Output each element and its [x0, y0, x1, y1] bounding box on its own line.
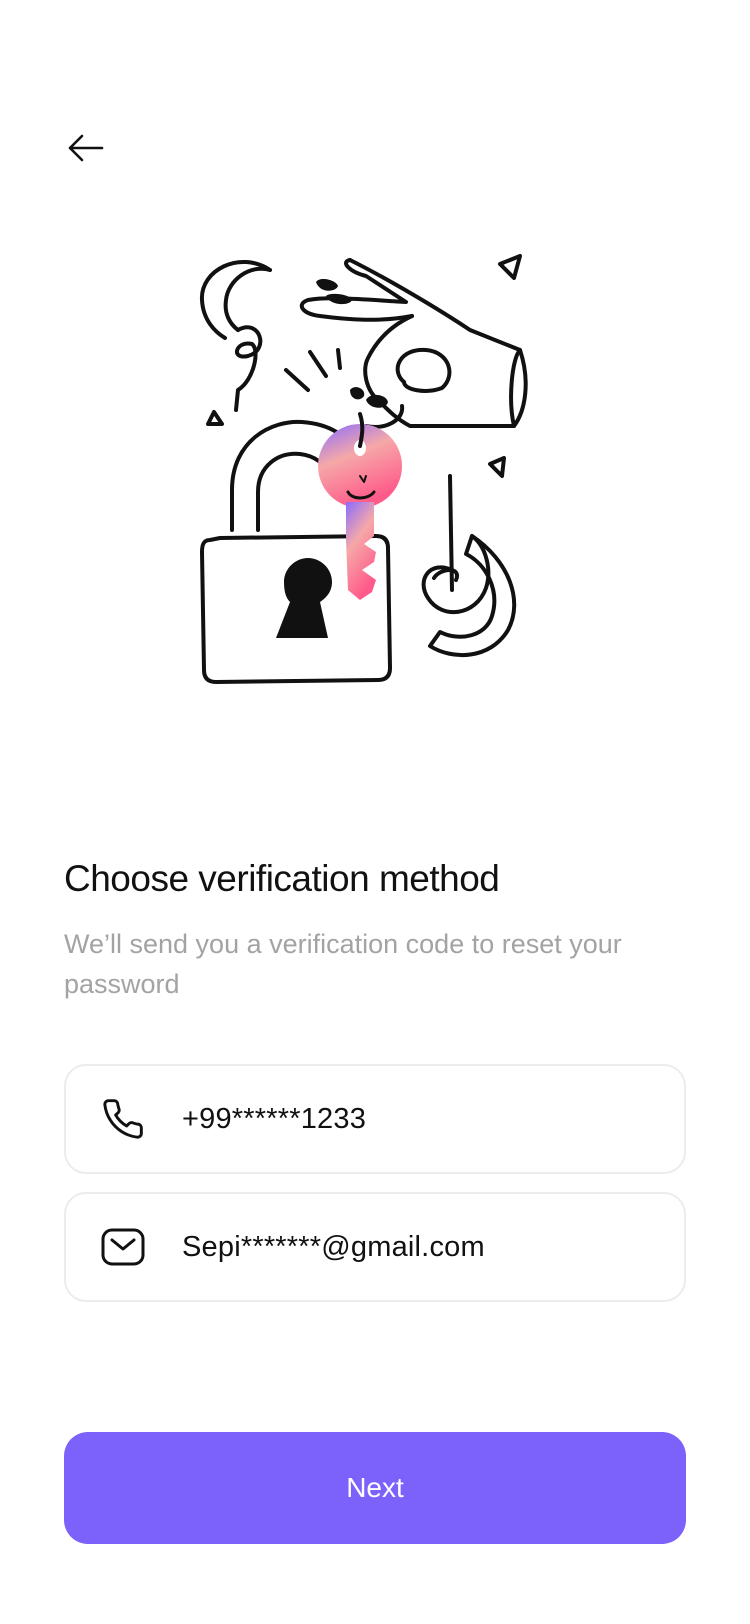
email-verification-option[interactable]: Sepi*******@gmail.com — [64, 1192, 686, 1302]
mail-icon — [98, 1222, 148, 1272]
lock-and-key-illustration — [199, 254, 528, 684]
page-title: Choose verification method — [64, 858, 500, 899]
phone-number-label: +99******1233 — [182, 1102, 367, 1135]
page-subtitle: We’ll send you a verification code to re… — [64, 929, 622, 999]
sms-verification-option[interactable]: +99******1233 — [64, 1064, 686, 1174]
phone-icon — [98, 1094, 148, 1144]
email-address-label: Sepi*******@gmail.com — [182, 1230, 485, 1263]
arrow-left-icon — [68, 134, 104, 162]
next-button[interactable]: Next — [64, 1432, 686, 1544]
back-button[interactable] — [62, 124, 110, 172]
